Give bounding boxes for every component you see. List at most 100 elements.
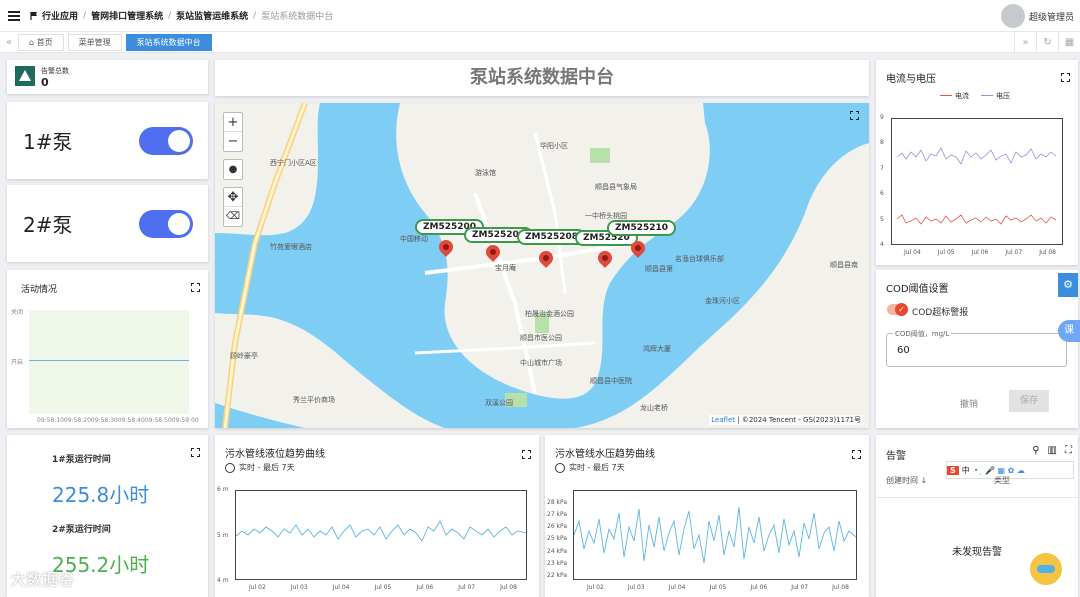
settings-gear-icon[interactable]: ⚙ [1058,273,1078,297]
level-chart-card: 污水管线液位趋势曲线 实时 - 最后 7天 6 m 5 m 4 m Jul 02… [215,435,539,597]
map-place-label: 华阳小区 [540,141,568,150]
activity-chart-area [29,310,189,414]
current-voltage-card: 电流与电压 电流 电压 9 8 7 6 5 4 Jul 04 Jul 05 Ju… [876,60,1078,265]
cod-alarm-toggle[interactable]: ✓ [887,303,908,316]
cv-xtick: Jul 05 [937,249,955,256]
pressure-xtick: Jul 02 [587,584,604,591]
clock-icon [555,462,565,473]
legend-voltage: 电压 [996,92,1010,100]
warning-icon [15,66,35,86]
map-panel[interactable]: 西宁门小区A区 游泳馆 顺昌县气象局 一中桥头桃园 竹苑爱眼酒店 中国移动 宝月… [215,103,869,428]
map-place-label: 名渔台球俱乐部 [675,254,724,263]
cv-ytick: 5 [880,215,884,223]
level-ytick: 6 m [217,486,229,493]
search-icon[interactable]: ⚲ [1032,445,1039,456]
level-series [236,520,526,542]
ime-mode-icon[interactable]: 中 [962,465,970,476]
map-place-label: 竹苑爱眼酒店 [270,242,312,251]
zoom-in-button[interactable]: + [224,113,242,132]
fullscreen-icon[interactable] [191,448,200,457]
col-created-time[interactable]: 创建时间 ↓ [886,475,927,486]
pressure-ytick: 24 kPa [547,547,568,555]
draw-marker-button[interactable]: ● [223,159,243,180]
map-canvas[interactable]: 西宁门小区A区 游泳馆 顺昌县气象局 一中桥头桃园 竹苑爱眼酒店 中国移动 宝月… [215,103,869,428]
map-place-label: 顺昌县南 [830,260,858,269]
fullscreen-icon[interactable] [191,283,200,292]
pressure-ytick: 22 kPa [547,571,568,579]
menu-icon[interactable] [8,9,20,23]
map-fullscreen-icon[interactable] [850,111,859,120]
fullscreen-icon[interactable]: ⛶ [1065,445,1072,456]
breadcrumb-item[interactable]: 泵站监管运维系统 [176,9,248,22]
voltage-series [896,147,1057,165]
pump-1-runtime-value: 225.8小时 [52,483,150,507]
level-xtick: Jul 04 [332,584,350,591]
pressure-ytick: 27 kPa [547,511,568,519]
cv-ytick: 7 [880,164,884,172]
zoom-out-button[interactable]: − [224,132,242,151]
tab-scroll-right-icon[interactable]: » [1014,32,1036,53]
level-xtick: Jul 02 [249,584,266,591]
level-xtick: Jul 05 [374,584,392,591]
user-menu[interactable]: 超级管理员 [1000,4,1074,28]
pump-1-toggle[interactable] [139,127,193,155]
pump-2-card: 2#泵 [7,185,208,262]
pressure-chart-card: 污水管线水压趋势曲线 实时 - 最后 7天 28 kPa 27 kPa 26 k… [545,435,869,597]
pressure-xtick: Jul 05 [709,584,727,591]
tab-menu-management[interactable]: 菜单管理 [67,33,122,51]
map-tools: ✥ ⌫ [223,187,243,227]
leaflet-link[interactable]: Leaflet [711,416,735,424]
fullscreen-icon[interactable] [852,450,861,459]
cv-xtick: Jul 08 [1039,249,1056,256]
tab-scroll-left-icon[interactable]: « [0,37,18,48]
tab-home[interactable]: ⌂ 首页 [18,33,64,51]
level-yaxis: 6 m 5 m 4 m [217,486,229,584]
col-type[interactable]: 类型 [994,475,1010,486]
cancel-button[interactable]: 撤销 [960,397,978,410]
ime-tools-icon[interactable]: •ͺ 🎤 ▦ ✿ ☁ [974,466,1025,475]
breadcrumb-item[interactable]: 行业应用 [42,9,78,22]
pump-1-runtime-label: 1#泵运行时间 [52,455,111,465]
map-place-label: 中山城市广场 [520,358,562,367]
map-place-label: 顾岭豪亭 [230,351,258,360]
check-icon: ✓ [895,303,908,316]
breadcrumb: 行业应用 / 管网排口管理系统 / 泵站监管运维系统 / 泵站系统数据中台 [30,9,333,22]
map-place-label: 顺昌市医公园 [520,333,562,342]
activity-xtick: 09:59:00 [171,417,199,424]
pressure-xtick: Jul 06 [750,584,768,591]
fullscreen-icon[interactable] [1061,73,1070,82]
watermark: 大数据谷 [10,570,75,589]
columns-icon[interactable]: ▥ [1048,445,1057,456]
tab-bar: « ⌂ 首页 菜单管理 泵站系统数据中台 » ↻ ▦ [0,32,1080,53]
pump-2-toggle[interactable] [139,210,193,238]
eraser-icon[interactable]: ⌫ [224,207,242,226]
grid-menu-icon[interactable]: ▦ [1058,32,1080,53]
pressure-chart-range: 实时 - 最后 7天 [569,463,625,472]
page-title: 泵站系统数据中台 [470,67,614,88]
pressure-ytick: 28 kPa [547,499,568,506]
move-icon[interactable]: ✥ [224,188,242,207]
alarm-count-label: 告警总数 [41,67,69,75]
legend-swatch-current [940,95,952,96]
input-method-toolbar[interactable]: S 中 •ͺ 🎤 ▦ ✿ ☁ [946,461,1074,479]
bot-face [1037,565,1055,573]
pressure-xtick: Jul 07 [791,584,809,591]
fullscreen-icon[interactable] [522,450,531,459]
cod-threshold-field[interactable]: COD阈值，mg/L 60 [886,329,1067,367]
map-place-label: 双溪公园 [485,398,513,407]
side-float-badge[interactable]: 课 [1058,320,1080,342]
save-button[interactable]: 保存 [1009,390,1049,412]
user-name[interactable]: 超级管理员 [1029,10,1074,23]
map-place-label: 金珠河小区 [705,296,740,305]
pressure-chart-subtitle: 实时 - 最后 7天 [555,462,625,473]
cod-field-value[interactable]: 60 [897,345,910,356]
avatar[interactable] [1000,4,1025,28]
station-label[interactable]: ZM525210 [607,220,677,236]
breadcrumb-item[interactable]: 管网排口管理系统 [91,9,163,22]
refresh-icon[interactable]: ↻ [1036,32,1058,53]
tab-data-center[interactable]: 泵站系统数据中台 [125,33,212,51]
assistant-bot-icon[interactable] [1028,551,1064,587]
activity-ylabel: 关闭 [11,309,24,316]
level-chart-range: 实时 - 最后 7天 [239,463,295,472]
tab-label: 首页 [36,37,53,47]
